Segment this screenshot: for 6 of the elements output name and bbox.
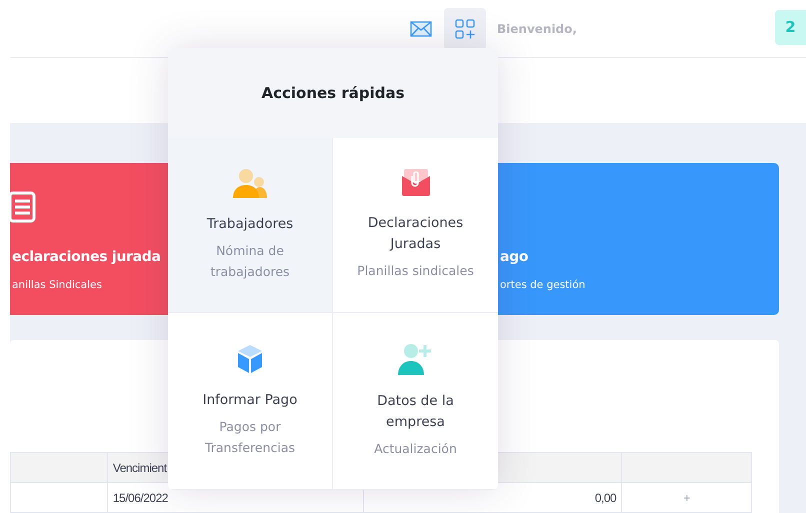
card-subtitle: ortes de gestión (500, 278, 586, 293)
card-title: eclaraciones jurada (12, 248, 161, 267)
card-title: ago (500, 248, 528, 267)
welcome-text: Bienvenido, (497, 20, 577, 38)
card-subtitle: anillas Sindicales (12, 278, 103, 293)
menu-title: Acciones rápidas (261, 82, 405, 104)
